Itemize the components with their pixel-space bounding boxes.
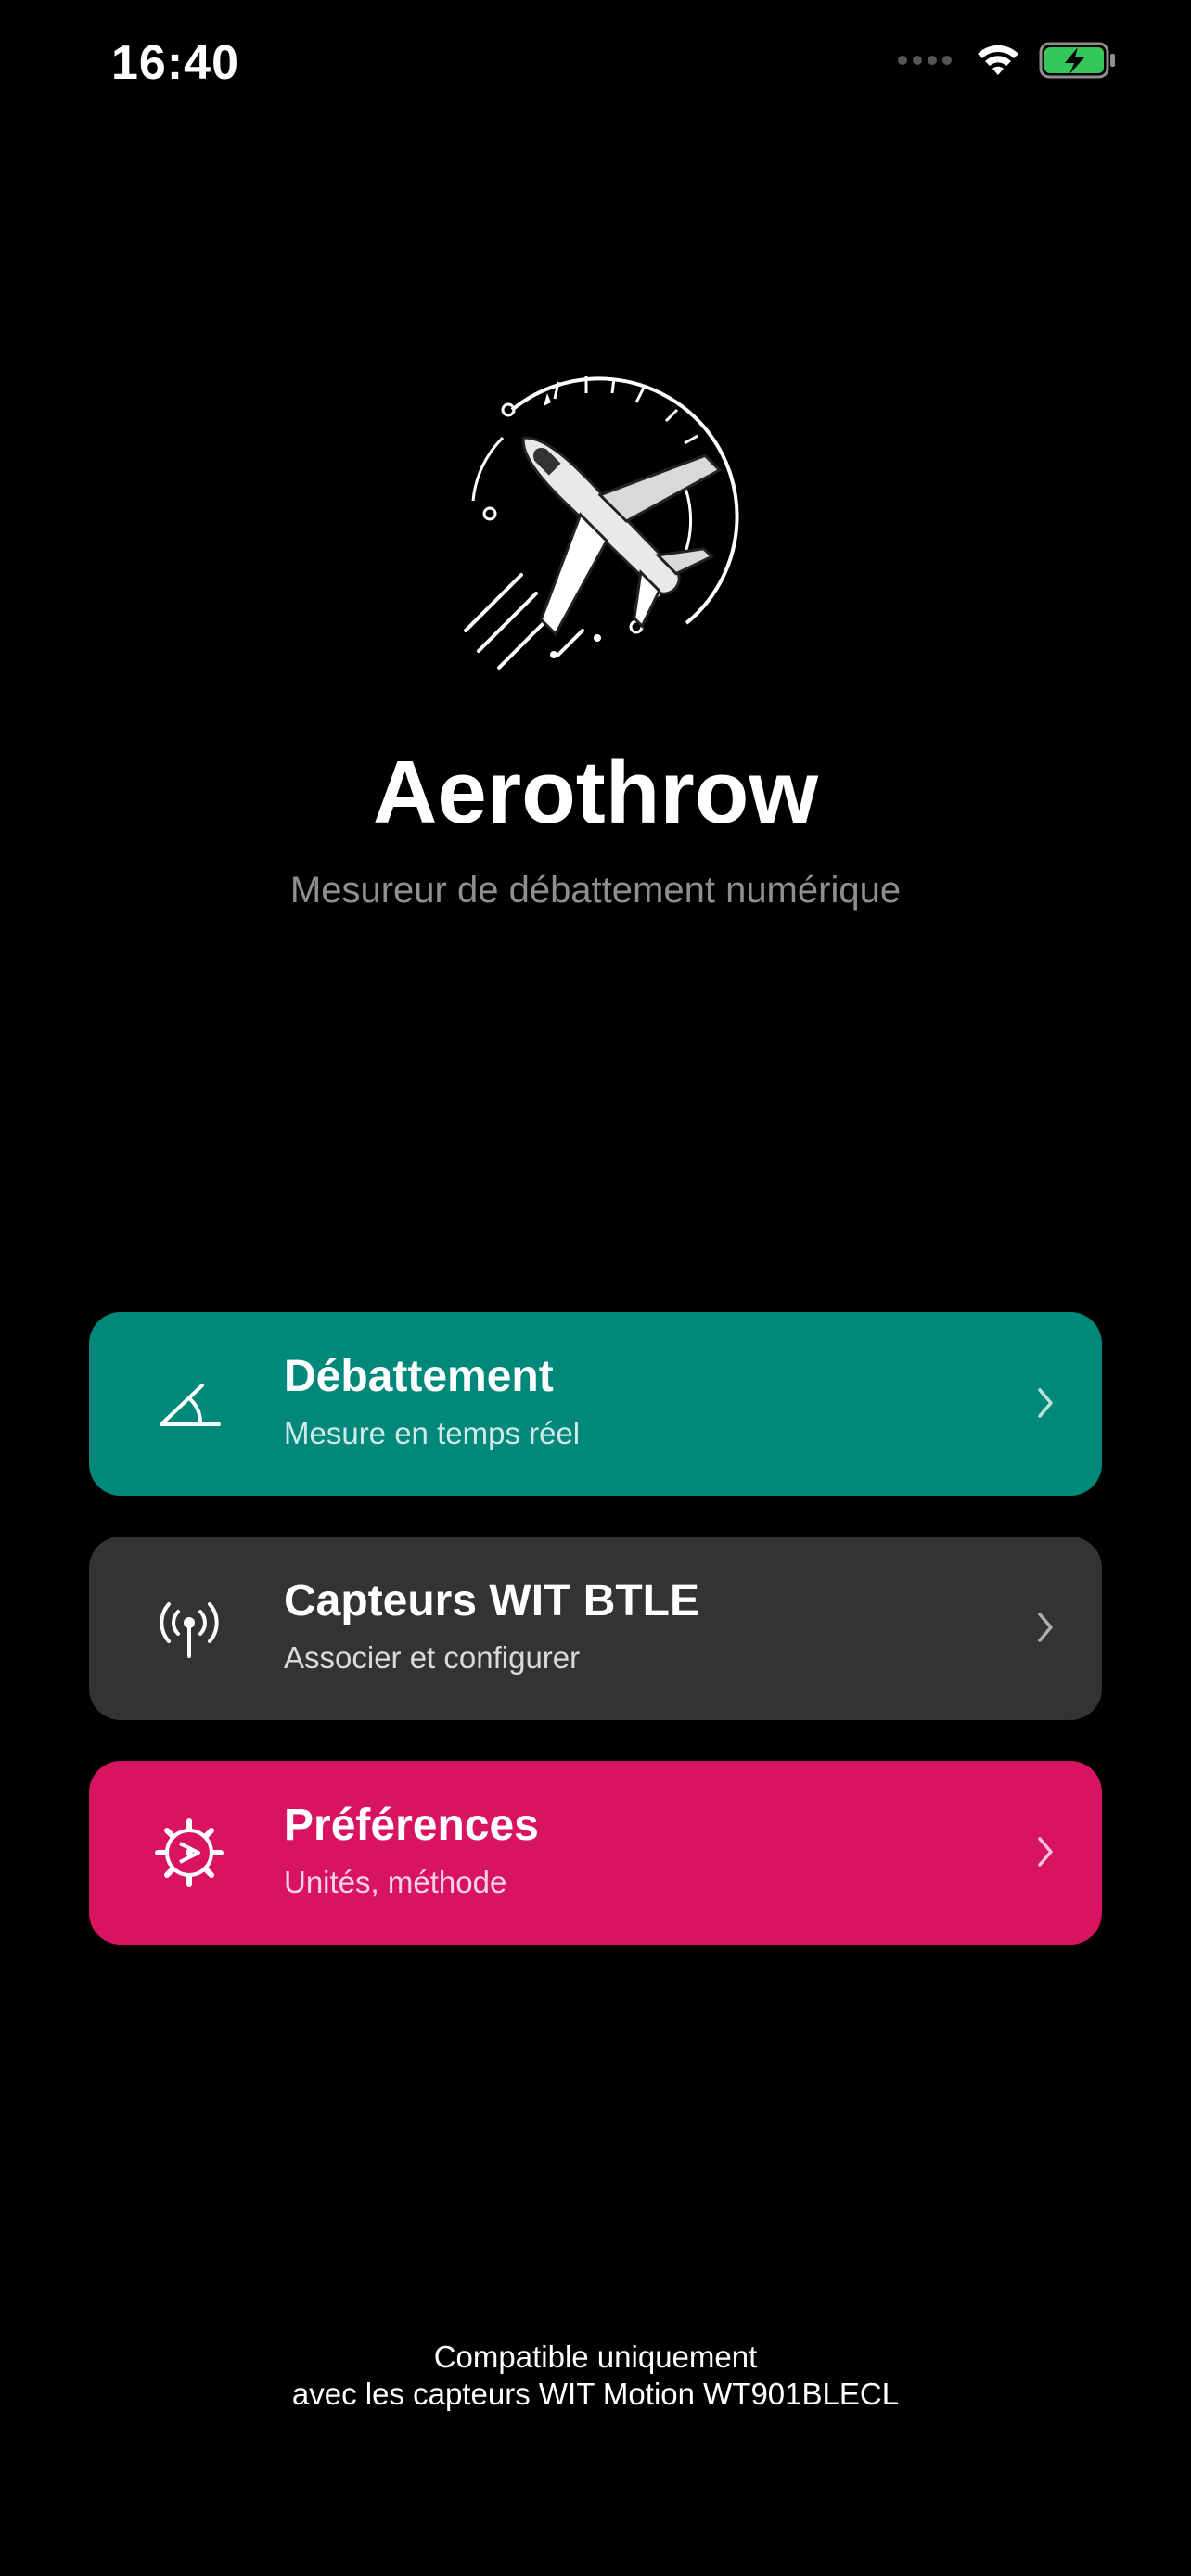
capteurs-title: Capteurs WIT BTLE	[284, 1576, 700, 1626]
debattement-subtitle: Mesure en temps réel	[284, 1416, 581, 1450]
compatibility-line-2: avec les capteurs WIT Motion WT901BLECL	[291, 2377, 900, 2411]
angle-icon	[160, 1384, 221, 1426]
debattement-title: Débattement	[284, 1352, 554, 1401]
preferences-button[interactable]: Préférences Unités, méthode	[89, 1761, 1102, 1945]
gear-icon	[155, 1818, 224, 1887]
battery-charging-icon	[1039, 42, 1115, 79]
chevron-right-icon	[1038, 1837, 1053, 1867]
debattement-button[interactable]: Débattement Mesure en temps réel	[89, 1312, 1102, 1496]
status-icons	[898, 41, 1117, 80]
antenna-icon	[160, 1602, 219, 1658]
app-title: Aerothrow	[373, 743, 818, 842]
capteurs-button[interactable]: Capteurs WIT BTLE Associer et configurer	[89, 1537, 1102, 1720]
chevron-right-icon	[1038, 1388, 1053, 1418]
capteurs-subtitle: Associer et configurer	[284, 1640, 581, 1675]
app-subtitle: Mesureur de débattement numérique	[289, 870, 902, 911]
preferences-title: Préférences	[284, 1801, 539, 1850]
app-logo	[464, 376, 739, 670]
status-time: 16:40	[111, 36, 239, 90]
preferences-subtitle: Unités, méthode	[284, 1865, 507, 1899]
compatibility-note: Compatible uniquement avec les capteurs …	[0, 2339, 1191, 2413]
cellular-signal-icon	[898, 56, 952, 65]
chevron-right-icon	[1038, 1613, 1053, 1642]
status-bar: 16:40	[0, 0, 1191, 130]
wifi-icon	[978, 45, 1018, 75]
compatibility-line-1: Compatible uniquement	[433, 2340, 758, 2374]
